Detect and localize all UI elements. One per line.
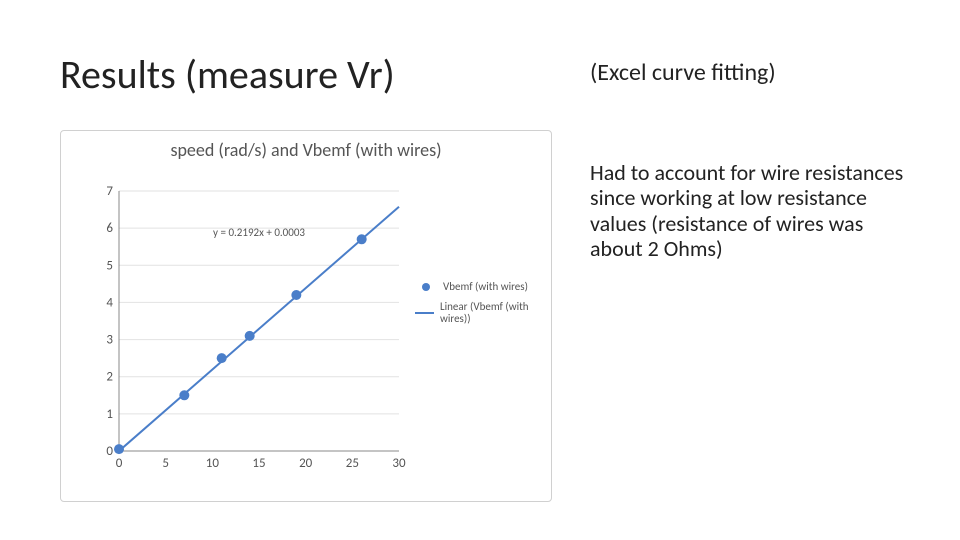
slide: Results (measure Vr) (Excel curve fittin… (0, 0, 960, 540)
svg-text:7: 7 (106, 184, 113, 199)
svg-text:15: 15 (252, 456, 265, 471)
svg-text:0: 0 (116, 456, 123, 471)
chart-plot: 0 1 2 3 4 5 6 7 0 5 10 15 20 25 30 y = 0.2192x + 0.00… (89, 181, 409, 471)
svg-text:10: 10 (206, 456, 220, 471)
svg-text:1: 1 (106, 407, 113, 422)
x-tick-labels: 0 5 10 15 20 25 30 (116, 456, 406, 471)
y-tick-labels: 0 1 2 3 4 5 6 7 (106, 184, 113, 459)
chart-title: speed (rad/s) and Vbemf (with wires) (61, 139, 551, 161)
legend-entry-line: Linear (Vbemf (with wires)) (415, 301, 545, 325)
legend-label: Linear (Vbemf (with wires)) (440, 301, 545, 325)
svg-text:5: 5 (162, 456, 169, 471)
body-text: Had to account for wire resistances sinc… (590, 160, 920, 261)
svg-text:5: 5 (106, 258, 113, 273)
svg-text:0: 0 (106, 444, 113, 459)
svg-text:4: 4 (106, 295, 113, 310)
subtitle: (Excel curve fitting) (590, 58, 776, 87)
svg-text:2: 2 (106, 370, 113, 385)
page-title: Results (measure Vr) (60, 50, 395, 99)
svg-text:6: 6 (106, 221, 113, 236)
svg-text:20: 20 (299, 456, 313, 471)
legend-marker-dot (415, 283, 437, 291)
chart-legend: Vbemf (with wires) Linear (Vbemf (with w… (415, 281, 545, 333)
legend-entry-points: Vbemf (with wires) (415, 281, 545, 293)
fit-equation: y = 0.2192x + 0.0003 (213, 226, 305, 239)
svg-text:25: 25 (346, 456, 359, 471)
legend-label: Vbemf (with wires) (443, 281, 528, 293)
legend-marker-line (415, 312, 434, 314)
svg-text:3: 3 (106, 333, 113, 348)
chart-frame: speed (rad/s) and Vbemf (with wires) 0 1 2… (60, 130, 552, 502)
svg-text:30: 30 (392, 456, 406, 471)
